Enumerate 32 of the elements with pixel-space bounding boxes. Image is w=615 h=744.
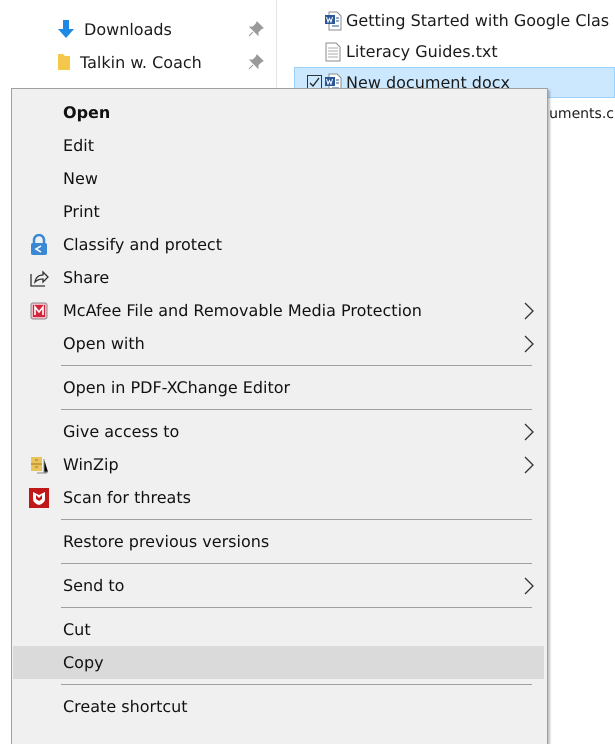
word-document-icon [324, 10, 342, 30]
menu-item[interactable]: Print [13, 195, 544, 228]
pin-icon[interactable] [248, 21, 264, 37]
file-name[interactable]: uments.c [549, 106, 614, 122]
download-arrow-icon [56, 19, 76, 39]
menu-item[interactable]: Classify and protect [13, 228, 544, 261]
menu-item[interactable]: Scan for threats [13, 481, 544, 514]
winzip-cabinet-icon [29, 454, 49, 474]
menu-item[interactable]: Create shortcut [13, 690, 544, 723]
menu-item[interactable]: Send to [13, 569, 544, 602]
menu-item[interactable]: New [13, 162, 544, 195]
menu-item[interactable]: Copy [13, 646, 544, 679]
menu-item[interactable]: Edit [13, 129, 544, 162]
text-file-icon [324, 42, 342, 62]
menu-item[interactable]: McAfee File and Removable Media Protection [13, 294, 544, 327]
padlock-icon [29, 234, 49, 256]
file-name[interactable]: Getting Started with Google Clas [346, 11, 610, 30]
menu-item[interactable]: Give access to [13, 415, 544, 448]
menu-item[interactable]: Open with [13, 327, 544, 360]
menu-item[interactable]: WinZip [13, 448, 544, 481]
menu-item[interactable]: Open in PDF-XChange Editor [13, 371, 544, 404]
menu-item[interactable]: Cut [13, 613, 544, 646]
file-name[interactable]: Literacy Guides.txt [346, 42, 498, 61]
navigation-item[interactable]: Downloads [84, 20, 248, 38]
menu-item[interactable]: Open [13, 96, 544, 129]
menu-item[interactable]: Share [13, 261, 544, 294]
pin-icon[interactable] [248, 54, 264, 70]
folder-icon [56, 52, 72, 72]
mcafee-shield-icon [29, 488, 49, 508]
mcafee-m-icon [30, 302, 48, 320]
navigation-item[interactable]: Talkin w. Coach [80, 52, 248, 72]
menu-item[interactable]: Restore previous versions [13, 525, 544, 558]
